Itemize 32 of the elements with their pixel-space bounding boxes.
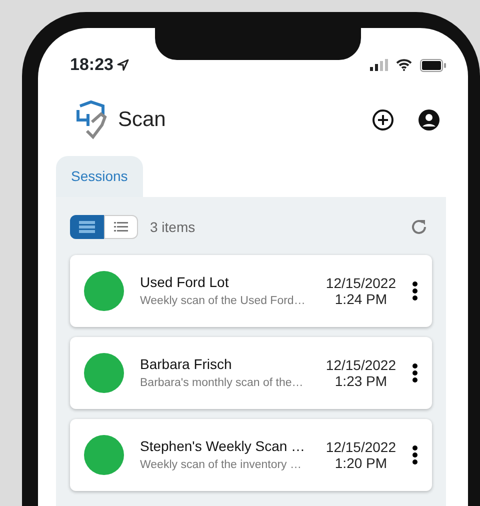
session-time: 1:24 PM bbox=[334, 291, 388, 308]
more-options-icon[interactable] bbox=[412, 363, 418, 383]
more-options-icon[interactable] bbox=[412, 445, 418, 465]
user-icon[interactable] bbox=[418, 109, 440, 131]
app-title: Scan bbox=[118, 107, 166, 134]
location-arrow-icon bbox=[117, 59, 130, 71]
wifi-icon bbox=[396, 59, 412, 71]
session-name: Barbara Frisch bbox=[140, 354, 233, 374]
session-time: 1:20 PM bbox=[334, 455, 388, 472]
session-time: 1:23 PM bbox=[334, 373, 388, 390]
session-date: 12/15/2022 bbox=[326, 356, 396, 373]
tab[interactable]: Sessions bbox=[56, 156, 143, 197]
session-description: Weekly scan of the inventory … bbox=[140, 458, 302, 473]
session-name: Stephen's Weekly Scan … bbox=[140, 436, 306, 456]
refresh-icon[interactable] bbox=[410, 218, 428, 236]
add-icon[interactable] bbox=[372, 109, 394, 131]
session-date: 12/15/2022 bbox=[326, 438, 396, 455]
signal-icon bbox=[370, 59, 388, 71]
session-card[interactable]: Used Ford Lot Weekly scan of the Used Ford… 12/15/2022 1:24 PM bbox=[70, 255, 432, 327]
session-date: 12/15/2022 bbox=[326, 274, 396, 291]
session-card[interactable]: Stephen's Weekly Scan … Weekly scan of the inventory … 12/15/2022 1:20 PM bbox=[70, 419, 432, 491]
session-description: Weekly scan of the Used Ford… bbox=[140, 294, 306, 309]
item-count: 3 items bbox=[150, 218, 196, 236]
menu-lines-icon bbox=[79, 221, 95, 233]
session-description: Barbara's monthly scan of the… bbox=[140, 376, 304, 391]
session-card[interactable]: Barbara Frisch Barbara's monthly scan of the… 12/15/2022 1:23 PM bbox=[70, 337, 432, 409]
battery-icon bbox=[420, 58, 446, 72]
view-toggle-button[interactable] bbox=[70, 215, 104, 239]
list-icon bbox=[114, 222, 128, 232]
session-name: Used Ford Lot bbox=[140, 272, 230, 292]
clock-time: 18:23 bbox=[70, 54, 114, 76]
more-options-icon[interactable] bbox=[412, 281, 418, 301]
